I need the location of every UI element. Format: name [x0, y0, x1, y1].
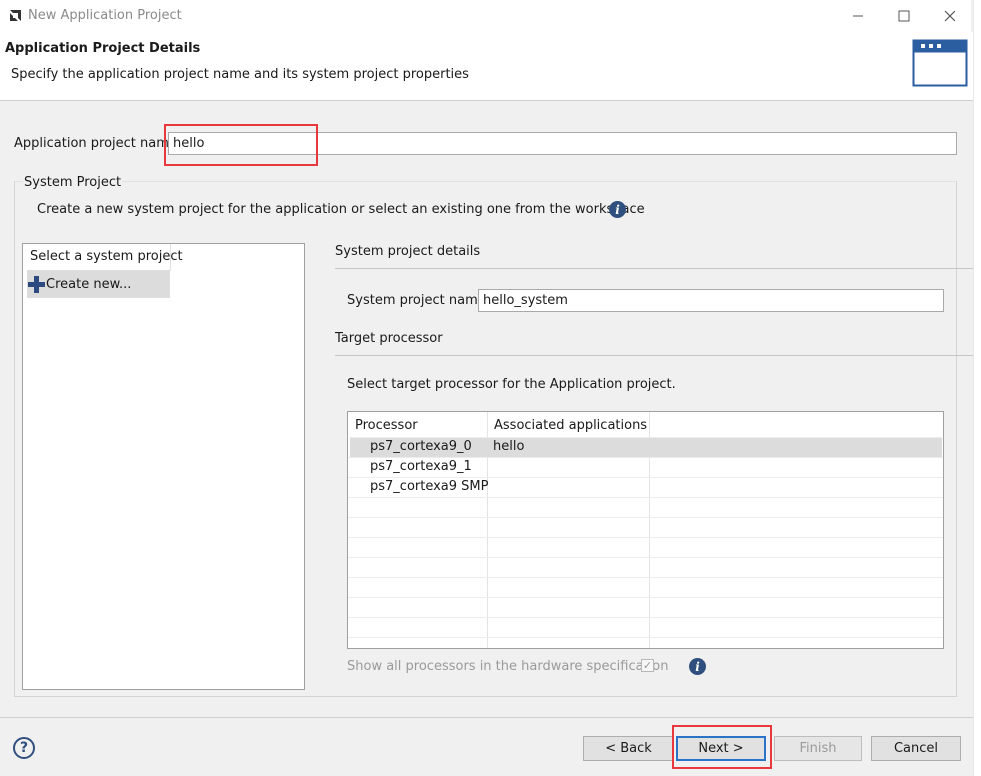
- footer-divider: [0, 717, 973, 718]
- processor-cell: ps7_cortexa9_0: [370, 439, 472, 454]
- wizard-banner: Application Project Details Specify the …: [0, 32, 973, 101]
- system-project-name-label: System project name:: [347, 293, 491, 308]
- info-icon[interactable]: i: [689, 658, 706, 675]
- back-button[interactable]: < Back: [583, 736, 674, 761]
- section-divider: [335, 355, 973, 356]
- info-icon[interactable]: i: [609, 201, 626, 218]
- maximize-button[interactable]: [890, 4, 918, 28]
- close-button[interactable]: [936, 4, 964, 28]
- banner-subtitle: Specify the application project name and…: [11, 67, 469, 82]
- empty-row: [348, 637, 943, 648]
- show-all-processors-checkbox[interactable]: ✓: [641, 659, 654, 672]
- system-project-name-input[interactable]: [478, 289, 944, 312]
- target-processor-title: Target processor: [335, 331, 443, 346]
- plus-icon: [28, 275, 45, 293]
- show-all-processors-label: Show all processors in the hardware spec…: [347, 659, 669, 674]
- system-project-list[interactable]: [22, 243, 305, 690]
- app-project-name-label: Application project name:: [14, 136, 182, 151]
- minimize-icon: [853, 15, 863, 17]
- table-row[interactable]: ps7_cortexa9 SMP: [348, 477, 943, 497]
- window-title: New Application Project: [28, 8, 182, 23]
- highlight-box-next: [672, 725, 772, 769]
- empty-row: [348, 617, 943, 637]
- system-project-description: Create a new system project for the appl…: [37, 202, 645, 217]
- section-divider: [335, 268, 973, 269]
- empty-row: [348, 497, 943, 517]
- processor-table: Processor Associated applications ps7_co…: [347, 411, 944, 649]
- column-header-associated-applications[interactable]: Associated applications: [494, 418, 647, 433]
- system-project-group-title: System Project: [23, 175, 123, 190]
- associated-app-cell: hello: [493, 439, 525, 454]
- help-icon[interactable]: ?: [13, 737, 35, 759]
- system-project-details-title: System project details: [335, 244, 481, 259]
- table-row[interactable]: ps7_cortexa9_0 hello: [350, 437, 942, 457]
- cancel-button[interactable]: Cancel: [871, 736, 961, 761]
- table-row[interactable]: ps7_cortexa9_1: [348, 457, 943, 477]
- system-project-list-header: Select a system project: [30, 249, 183, 264]
- banner-title: Application Project Details: [5, 41, 201, 56]
- application-window-icon: [912, 39, 968, 87]
- empty-row: [348, 597, 943, 617]
- background-window-edge: [973, 0, 981, 776]
- app-logo-icon: [10, 10, 21, 21]
- empty-row: [348, 517, 943, 537]
- minimize-button[interactable]: [844, 4, 872, 28]
- finish-button[interactable]: Finish: [774, 736, 862, 761]
- list-header-divider: [170, 244, 171, 271]
- processor-cell: ps7_cortexa9_1: [370, 459, 472, 474]
- list-item-label: Create new...: [46, 276, 132, 292]
- highlight-box-name: [164, 124, 318, 166]
- maximize-icon: [898, 10, 910, 22]
- target-processor-description: Select target processor for the Applicat…: [347, 377, 676, 392]
- column-header-processor[interactable]: Processor: [355, 418, 418, 433]
- close-icon: [944, 10, 956, 22]
- empty-row: [348, 537, 943, 557]
- empty-row: [348, 577, 943, 597]
- processor-cell: ps7_cortexa9 SMP: [370, 479, 489, 494]
- empty-row: [348, 557, 943, 577]
- create-new-system-project-item[interactable]: Create new...: [27, 270, 170, 298]
